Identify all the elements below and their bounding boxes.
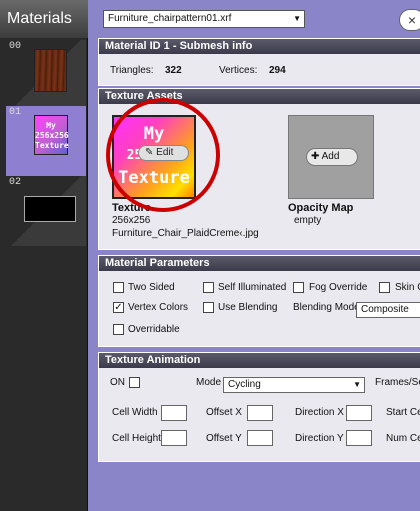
sidebar-title: Materials bbox=[0, 0, 88, 38]
texture-file: Furniture_Chair_PlaidCreme‹.jpg bbox=[112, 228, 259, 239]
blending-mode-select[interactable]: Composite bbox=[356, 302, 420, 318]
checkmark-icon: ✓ bbox=[114, 302, 123, 313]
use-blending-checkbox[interactable] bbox=[203, 302, 214, 313]
slot-number: 00 bbox=[9, 41, 22, 52]
cell-height-label: Cell Height bbox=[112, 433, 161, 444]
mode-value: Cycling bbox=[228, 379, 261, 390]
skin-checkbox[interactable] bbox=[379, 282, 390, 293]
chevron-down-icon: ▼ bbox=[293, 14, 301, 23]
highlight-circle bbox=[106, 98, 220, 212]
offset-y-input[interactable] bbox=[247, 430, 273, 446]
file-select-value: Furniture_chairpattern01.xrf bbox=[108, 13, 232, 24]
frames-label: Frames/Se bbox=[375, 377, 420, 388]
material-parameters-panel: Material Parameters Two Sided Self Illum… bbox=[98, 255, 420, 347]
two-sided-label: Two Sided bbox=[128, 282, 175, 293]
vertices-value: 294 bbox=[269, 65, 286, 76]
direction-x-label: Direction X bbox=[295, 407, 344, 418]
close-button[interactable]: × bbox=[399, 9, 420, 31]
texture-size: 256x256 bbox=[112, 215, 151, 226]
materials-sidebar: Materials 00 01 My 256x256 Texture 02 bbox=[0, 0, 88, 511]
texture-thumbnail: My 256x256 Texture bbox=[34, 115, 69, 155]
panel-title: Texture Animation bbox=[99, 353, 420, 368]
material-slot-00[interactable]: 00 bbox=[6, 40, 86, 110]
vertex-colors-label: Vertex Colors bbox=[128, 302, 189, 313]
triangles-value: 322 bbox=[165, 65, 182, 76]
start-cell-label: Start Ce bbox=[386, 407, 420, 418]
fog-override-label: Fog Override bbox=[309, 282, 368, 293]
opacity-map-status: empty bbox=[294, 215, 322, 226]
skin-label: Skin C bbox=[395, 282, 420, 293]
triangles-label: Triangles: bbox=[110, 65, 154, 76]
submesh-info-panel: Material ID 1 - Submesh info Triangles: … bbox=[98, 38, 420, 86]
vertices-label: Vertices: bbox=[219, 65, 258, 76]
add-button[interactable]: ✚ Add bbox=[306, 148, 358, 166]
texture-animation-panel: Texture Animation ON Mode Cycling ▼ Fram… bbox=[98, 352, 420, 462]
material-slot-02[interactable]: 02 bbox=[6, 176, 86, 246]
mode-label: Mode bbox=[196, 377, 222, 388]
opacity-map-name: Opacity Map bbox=[288, 202, 354, 214]
self-illuminated-label: Self Illuminated bbox=[218, 282, 287, 293]
direction-x-input[interactable] bbox=[346, 405, 372, 421]
offset-y-label: Offset Y bbox=[206, 433, 242, 444]
blending-mode-value: Composite bbox=[361, 304, 409, 315]
plus-icon: ✚ bbox=[311, 151, 320, 162]
black-thumbnail bbox=[24, 196, 76, 222]
offset-x-input[interactable] bbox=[247, 405, 273, 421]
fog-override-checkbox[interactable] bbox=[293, 282, 304, 293]
slot-number: 01 bbox=[9, 107, 22, 118]
cell-width-input[interactable] bbox=[161, 405, 187, 421]
two-sided-checkbox[interactable] bbox=[113, 282, 124, 293]
cell-width-label: Cell Width bbox=[112, 407, 158, 418]
wood-texture-thumbnail bbox=[34, 49, 67, 92]
material-file-select[interactable]: Furniture_chairpattern01.xrf ▼ bbox=[103, 10, 305, 28]
panel-title: Material ID 1 - Submesh info bbox=[99, 39, 420, 54]
chevron-down-icon: ▼ bbox=[353, 380, 361, 389]
on-checkbox[interactable] bbox=[129, 377, 140, 388]
offset-x-label: Offset X bbox=[206, 407, 242, 418]
add-label: Add bbox=[321, 151, 340, 162]
direction-y-input[interactable] bbox=[346, 430, 372, 446]
cell-height-input[interactable] bbox=[161, 430, 187, 446]
blending-mode-label: Blending Mode bbox=[293, 302, 360, 313]
overridable-checkbox[interactable] bbox=[113, 324, 124, 335]
material-slot-01[interactable]: 01 My 256x256 Texture bbox=[6, 106, 86, 176]
vertex-colors-checkbox[interactable]: ✓ bbox=[113, 302, 124, 313]
panel-title: Material Parameters bbox=[99, 256, 420, 271]
num-cells-label: Num Cel bbox=[386, 433, 420, 444]
opacity-map-slot[interactable]: ✚ Add bbox=[288, 115, 374, 199]
self-illuminated-checkbox[interactable] bbox=[203, 282, 214, 293]
slot-number: 02 bbox=[9, 177, 22, 188]
direction-y-label: Direction Y bbox=[295, 433, 344, 444]
mode-select[interactable]: Cycling ▼ bbox=[223, 377, 365, 393]
use-blending-label: Use Blending bbox=[218, 302, 278, 313]
overridable-label: Overridable bbox=[128, 324, 180, 335]
on-label: ON bbox=[110, 377, 125, 388]
